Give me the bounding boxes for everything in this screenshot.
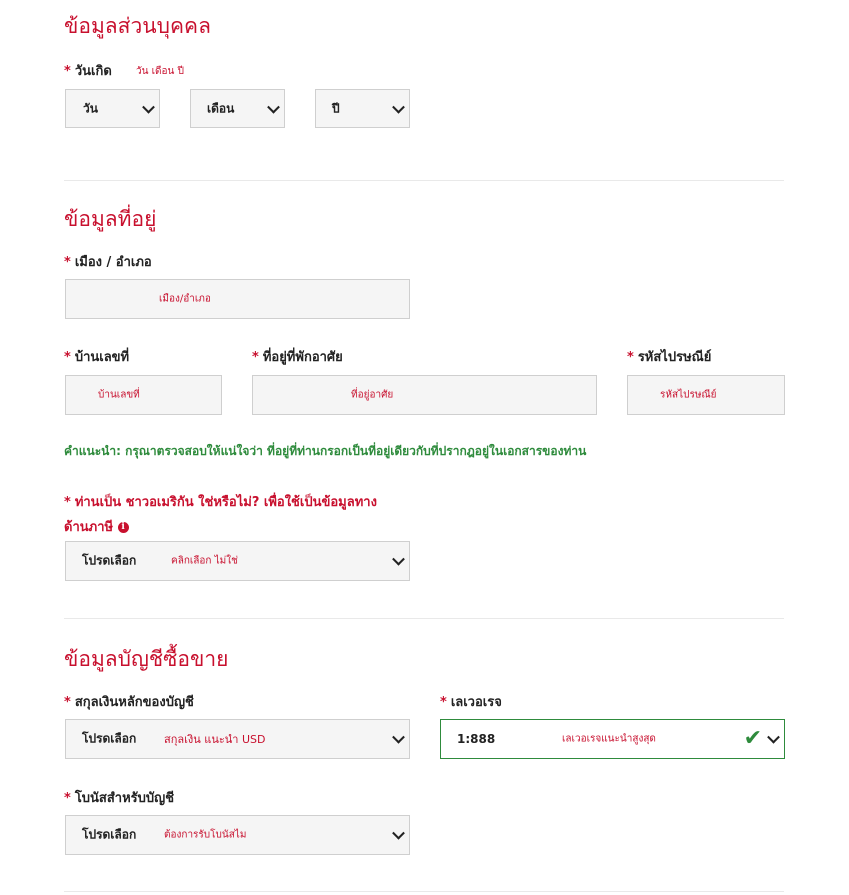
leverage-label: * เลเวอเรจ <box>440 695 502 710</box>
city-label: * เมือง / อำเภอ <box>64 255 152 270</box>
chevron-down-icon <box>392 730 405 744</box>
day-select[interactable]: วัน <box>65 89 160 128</box>
chevron-down-icon <box>767 730 780 744</box>
chevron-down-icon <box>142 100 155 114</box>
street-address-label: * ที่อยู่ที่พักอาศัย <box>252 350 343 365</box>
us-citizen-label: * ท่านเป็น ชาวอเมริกัน ใช่หรือไม่? เพื่อใ… <box>64 495 377 535</box>
check-icon: ✔ <box>743 726 762 751</box>
chevron-down-icon <box>392 826 405 840</box>
chevron-down-icon <box>267 100 280 114</box>
street-address-input[interactable]: ที่อยู่อาศัย <box>252 375 597 415</box>
section-divider <box>64 891 784 892</box>
month-select[interactable]: เดือน <box>190 89 285 128</box>
us-citizen-select[interactable]: โปรดเลือก คลิกเลือก ไม่ใช่ <box>65 541 410 581</box>
birthdate-hint: วัน เดือน ปี <box>136 66 184 77</box>
bonus-select[interactable]: โปรดเลือก ต้องการรับโบนัสไม <box>65 815 410 855</box>
section-heading-account: ข้อมูลบัญชีซื้อขาย <box>64 647 229 671</box>
house-number-input[interactable]: บ้านเลขที่ <box>65 375 222 415</box>
currency-select[interactable]: โปรดเลือก สกุลเงิน แนะนำ USD <box>65 719 410 759</box>
zip-code-input[interactable]: รหัสไปรษณีย์ <box>627 375 785 415</box>
bonus-label: * โบนัสสำหรับบัญชี <box>64 791 175 806</box>
info-circle-icon[interactable]: i <box>117 522 129 533</box>
chevron-down-icon <box>392 100 405 114</box>
chevron-down-icon <box>392 552 405 566</box>
section-heading-address: ข้อมูลที่อยู่ <box>64 207 157 231</box>
section-divider <box>64 618 784 619</box>
section-divider <box>64 180 784 181</box>
year-select[interactable]: ปี <box>315 89 410 128</box>
address-note: คำแนะนำ: กรุณาตรวจสอบให้แน่ใจว่า ที่อยู่… <box>64 444 587 458</box>
section-heading-personal: ข้อมูลส่วนบุคคล <box>64 14 211 38</box>
zip-code-label: * รหัสไปรษณีย์ <box>627 350 712 365</box>
city-input[interactable]: เมือง/อำเภอ <box>65 279 410 319</box>
house-number-label: * บ้านเลขที่ <box>64 350 130 365</box>
birthdate-label: * วันเกิด <box>64 64 112 79</box>
currency-label: * สกุลเงินหลักของบัญชี <box>64 695 194 710</box>
leverage-select[interactable]: 1:888 เลเวอเรจแนะนำสูงสุด ✔ <box>440 719 785 759</box>
